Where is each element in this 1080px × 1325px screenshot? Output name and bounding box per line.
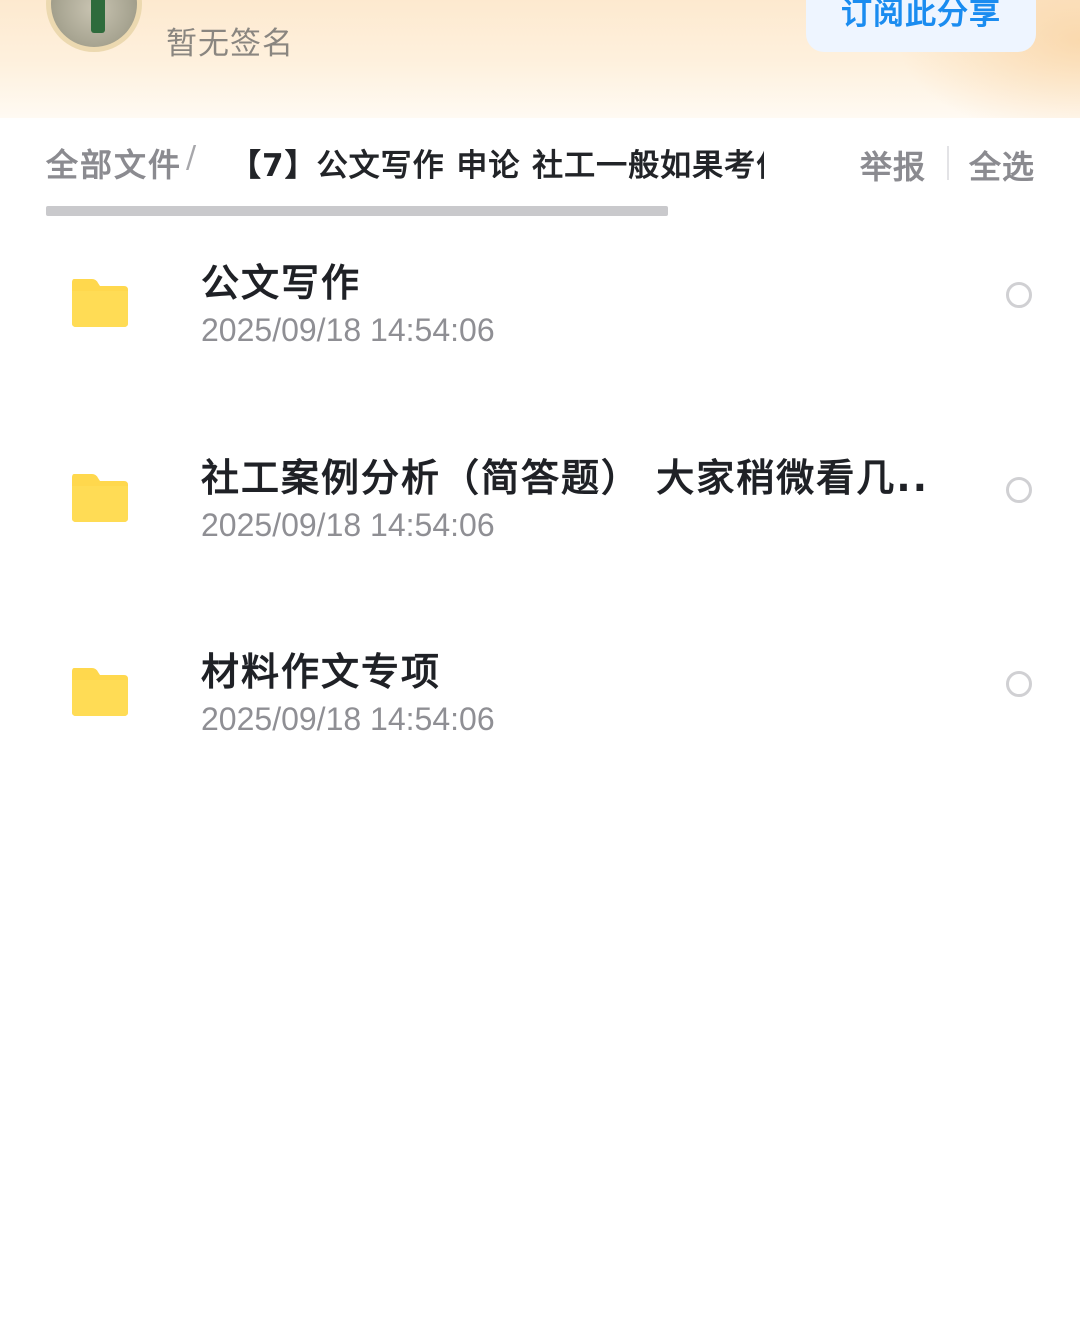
subscribe-button[interactable]: 订阅此分享 <box>806 0 1036 52</box>
folder-icon <box>70 472 130 524</box>
file-name: 公文写作 <box>201 261 362 305</box>
select-all-button[interactable]: 全选 <box>969 142 1035 188</box>
breadcrumb-current-folder: 【7】公文写作 申论 社工一般如果考作 <box>230 148 764 184</box>
bottle-image-icon <box>91 0 105 33</box>
file-name: 社工案例分析（简答题） 大家稍微看几... <box>201 455 931 500</box>
file-timestamp: 2025/09/18 14:54:06 <box>201 701 495 737</box>
file-row[interactable]: 材料作文专项 2025/09/18 14:54:06 <box>0 619 1080 814</box>
file-name: 材料作文专项 <box>201 650 442 694</box>
file-timestamp: 2025/09/18 14:54:06 <box>201 506 495 543</box>
breadcrumb-root-link[interactable]: 全部文件 <box>46 140 182 186</box>
breadcrumb: 全部文件 / 【7】公文写作 申论 社工一般如果考作 举报 全选 <box>46 138 1036 188</box>
avatar[interactable] <box>46 0 142 52</box>
select-radio[interactable] <box>1006 476 1032 503</box>
file-row[interactable]: 公文写作 2025/09/18 14:54:06 <box>0 230 1080 425</box>
breadcrumb-scrollbar[interactable] <box>46 206 668 216</box>
toolbar-divider <box>947 146 949 180</box>
folder-icon <box>70 277 130 329</box>
report-button[interactable]: 举报 <box>860 142 926 188</box>
select-radio[interactable] <box>1006 282 1032 308</box>
file-timestamp: 2025/09/18 14:54:06 <box>201 312 495 348</box>
file-row[interactable]: 社工案例分析（简答题） 大家稍微看几... 2025/09/18 14:54:0… <box>0 425 1080 620</box>
avatar-image <box>51 0 137 47</box>
file-list: 公文写作 2025/09/18 14:54:06 社工案例分析（简答题） 大家稍… <box>0 230 1080 814</box>
breadcrumb-separator: / <box>186 140 197 175</box>
profile-signature: 暂无签名 <box>166 26 294 62</box>
select-radio[interactable] <box>1006 671 1032 697</box>
folder-icon <box>70 666 130 718</box>
profile-header: 暂无签名 订阅此分享 <box>0 0 1080 118</box>
